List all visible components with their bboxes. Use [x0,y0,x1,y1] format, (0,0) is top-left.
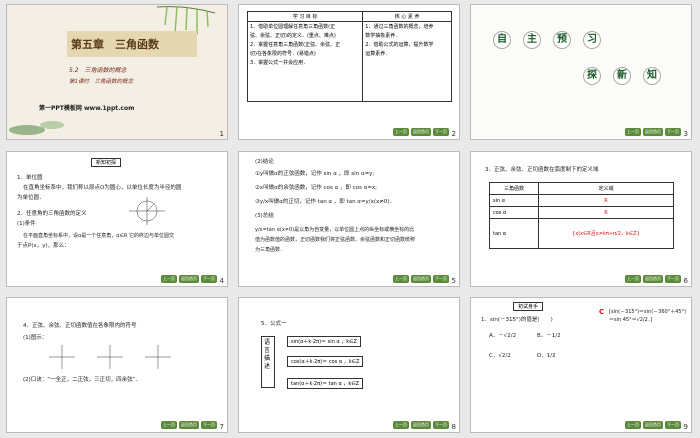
char-xi: 习 [583,31,601,49]
lotus-illustration [9,121,64,135]
slide-number: 4 [219,277,224,285]
home-button[interactable]: 返回首页 [643,421,663,429]
lesson-title: 第1课时 三角函数的概念 [69,79,134,85]
objectives-table: 学 习 目 标 核 心 素 养 1．借助单位圆理解任意角三角函数(正 弦、余弦、… [246,11,452,102]
next-button[interactable]: 下一页 [201,421,217,429]
header-objectives: 学 习 目 标 [246,11,364,22]
nav-buttons: 上一页 返回首页 下一页 [625,275,681,283]
nav-buttons: 上一页 返回首页 下一页 [161,421,217,429]
slide-number: 9 [683,423,688,431]
home-button[interactable]: 返回首页 [179,275,199,283]
slide-thumb-8[interactable]: 5．公式一 语言描述 sin(α＋k·2π)＝ sin α ，k∈Z cos(α… [238,297,460,433]
slide-thumb-1[interactable]: 第五章 三角函数 5.2 三角函数的概念 第1课时 三角函数的概念 第一PPT模… [6,4,228,140]
nav-buttons: 上一页 返回首页 下一页 [393,128,449,136]
home-button[interactable]: 返回首页 [643,275,663,283]
home-button[interactable]: 返回首页 [411,275,431,283]
nav-buttons: 上一页 返回首页 下一页 [625,128,681,136]
prev-button[interactable]: 上一页 [393,421,409,429]
slide-thumb-7[interactable]: 4．正弦、余弦、正切函数值在各象限内的符号 (1)图示： (2)口诀：“一全正，… [6,297,228,433]
slide-heading: 3．正弦、余弦、正切函数在弧度制下的定义域 [485,167,599,173]
next-button[interactable]: 下一页 [433,421,449,429]
prev-button[interactable]: 上一页 [625,128,641,136]
prev-button[interactable]: 上一页 [393,275,409,283]
char-tan: 探 [583,67,601,85]
prev-button[interactable]: 上一页 [161,275,177,283]
slide-number: 7 [219,423,224,431]
next-button[interactable]: 下一页 [433,275,449,283]
prev-button[interactable]: 上一页 [625,421,641,429]
slide-number: 5 [451,277,456,285]
literacy-cell: 1．通过三角函数的概念，培养 数学抽象素养． 2．借助公式的运算，提升数学 运算… [362,21,452,102]
prev-button[interactable]: 上一页 [625,275,641,283]
slide-thumb-2[interactable]: 学 习 目 标 核 心 素 养 1．借助单位圆理解任意角三角函数(正 弦、余弦、… [238,4,460,140]
next-button[interactable]: 下一页 [433,128,449,136]
home-button[interactable]: 返回首页 [179,421,199,429]
home-button[interactable]: 返回首页 [411,128,431,136]
char-xin: 新 [613,67,631,85]
chapter-title: 第五章 三角函数 [71,38,159,51]
side-label: 语言描述 [261,336,275,388]
section-title: 5.2 三角函数的概念 [69,67,127,74]
next-button[interactable]: 下一页 [665,275,681,283]
slide-number: 6 [683,277,688,285]
slide-thumb-4[interactable]: 新知初探 1．单位圆 在直角坐标系中，我们称以原点O为圆心，以单位长度为半径的圆… [6,151,228,287]
nav-buttons: 上一页 返回首页 下一页 [393,275,449,283]
answer-explain: [sin(－315°)＝sin(－360°＋45°)＝sin 45°＝√2/2．… [609,309,687,323]
next-button[interactable]: 下一页 [665,421,681,429]
nav-buttons: 上一页 返回首页 下一页 [161,275,217,283]
nav-buttons: 上一页 返回首页 下一页 [393,421,449,429]
slide-number: 2 [451,130,456,138]
slide-heading: 5．公式一 [261,321,287,327]
quadrant-sign-figures [49,345,171,369]
prev-button[interactable]: 上一页 [393,128,409,136]
section-box: 新知初探 [91,158,122,167]
nav-buttons: 上一页 返回首页 下一页 [625,421,681,429]
home-button[interactable]: 返回首页 [411,421,431,429]
char-zhu: 主 [523,31,541,49]
slide-thumb-6[interactable]: 3．正弦、余弦、正切函数在弧度制下的定义域 三角函数 定义域 sin α R c… [470,151,692,287]
slide-thumb-5[interactable]: (2)结论 ①y叫做α的正弦函数，记作 sin α ，即 sin α=y; ②x… [238,151,460,287]
next-button[interactable]: 下一页 [665,128,681,136]
prev-button[interactable]: 上一页 [161,421,177,429]
home-button[interactable]: 返回首页 [643,128,663,136]
slide-number: 1 [219,130,224,138]
char-zhi: 知 [643,67,661,85]
answer-letter: C [599,308,605,316]
objectives-cell: 1．借助单位圆理解任意角三角函数(正 弦、余弦、正切)的定义．(重点、难点) 2… [246,21,364,102]
slide-thumb-9[interactable]: 初试身手 1．sin(－315°)的值是( ) A．－√2/2 B．－1/2 C… [470,297,692,433]
domain-table: 三角函数 定义域 sin α R cos α R tan α {x|x∈R且x≠… [489,182,675,249]
unit-circle-figure [129,197,165,225]
slide-thumb-3[interactable]: 自 主 预 习 探 新 知 上一页 返回首页 下一页 3 [470,4,692,140]
header-literacy: 核 心 素 养 [362,11,452,22]
slide-number: 8 [451,423,456,431]
next-button[interactable]: 下一页 [201,275,217,283]
char-zi: 自 [493,31,511,49]
section-box: 初试身手 [513,302,544,311]
char-yu: 预 [553,31,571,49]
slide-number: 3 [683,130,688,138]
